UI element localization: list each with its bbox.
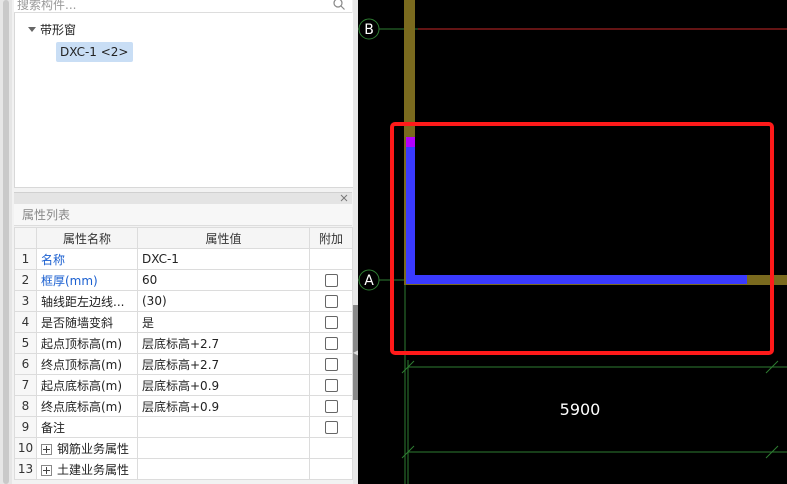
row-extra-cell xyxy=(309,269,353,291)
tree-group-node[interactable]: 带形窗 xyxy=(27,21,76,37)
row-num: 9 xyxy=(14,416,37,438)
table-row[interactable]: 7 起点底标高(m) 层底标高+0.9 xyxy=(14,374,353,396)
attach-checkbox[interactable] xyxy=(324,295,338,308)
table-row[interactable]: 9 备注 xyxy=(14,416,353,438)
row-name: 名称 xyxy=(36,248,138,270)
row-extra-cell xyxy=(309,353,353,375)
header-value: 属性值 xyxy=(137,227,310,249)
panel-divider[interactable] xyxy=(14,192,352,204)
table-row[interactable]: 10 钢筋业务属性 xyxy=(14,437,353,459)
row-group-label: 钢筋业务属性 xyxy=(57,441,130,456)
axis-a-label: A xyxy=(364,273,374,289)
row-value[interactable]: 层底标高+2.7 xyxy=(137,332,310,354)
row-num: 8 xyxy=(14,395,37,417)
window-segment-vertical[interactable] xyxy=(406,140,415,282)
table-row[interactable]: 13 土建业务属性 xyxy=(14,458,353,480)
attach-checkbox[interactable] xyxy=(324,421,338,434)
row-name: 终点顶标高(m) xyxy=(36,353,138,375)
row-extra-cell xyxy=(309,374,353,396)
row-value[interactable]: 层底标高+0.9 xyxy=(137,374,310,396)
row-value[interactable] xyxy=(137,416,310,438)
row-num: 2 xyxy=(14,269,37,291)
axis-b-label: B xyxy=(364,22,374,38)
row-name: 轴线距左边线... xyxy=(36,290,138,312)
row-extra-empty xyxy=(309,248,353,270)
expand-plus-icon[interactable] xyxy=(41,443,52,455)
search-icon[interactable] xyxy=(332,0,346,11)
table-row[interactable]: 1 名称 DXC-1 xyxy=(14,248,353,270)
property-table: 属性名称 属性值 附加 1 名称 DXC-1 2 框厚(mm) 60 3 轴线距… xyxy=(14,227,353,480)
row-value[interactable]: 层底标高+0.9 xyxy=(137,395,310,417)
search-input[interactable] xyxy=(17,0,317,12)
row-name: 框厚(mm) xyxy=(36,269,138,291)
row-extra-cell xyxy=(309,332,353,354)
window-endpoint-marker[interactable] xyxy=(406,137,415,147)
row-name: 起点底标高(m) xyxy=(36,374,138,396)
attach-checkbox[interactable] xyxy=(324,274,338,287)
expand-plus-icon[interactable] xyxy=(41,464,52,476)
row-num: 1 xyxy=(14,248,37,270)
tree-group-label: 带形窗 xyxy=(40,22,77,37)
row-name: 终点底标高(m) xyxy=(36,395,138,417)
row-num: 6 xyxy=(14,353,37,375)
property-list-title: 属性列表 xyxy=(14,204,352,226)
row-extra-empty xyxy=(309,458,353,480)
row-extra-cell xyxy=(309,395,353,417)
dimension-label: 5900 xyxy=(560,400,601,419)
attach-checkbox[interactable] xyxy=(324,337,338,350)
highlight-rectangle xyxy=(390,122,774,355)
row-group-cell[interactable]: 钢筋业务属性 xyxy=(36,437,138,459)
row-num: 10 xyxy=(14,437,37,459)
row-value[interactable]: 层底标高+2.7 xyxy=(137,353,310,375)
table-row[interactable]: 6 终点顶标高(m) 层底标高+2.7 xyxy=(14,353,353,375)
row-num: 5 xyxy=(14,332,37,354)
tree-item-selected[interactable]: DXC-1 <2> xyxy=(56,42,133,62)
row-num: 4 xyxy=(14,311,37,333)
table-row[interactable]: 5 起点顶标高(m) 层底标高+2.7 xyxy=(14,332,353,354)
row-value xyxy=(137,458,310,480)
row-value[interactable]: 60 xyxy=(137,269,310,291)
row-extra-cell xyxy=(309,290,353,312)
property-header-row: 属性名称 属性值 附加 xyxy=(14,227,353,249)
row-name: 是否随墙变斜 xyxy=(36,311,138,333)
row-name: 起点顶标高(m) xyxy=(36,332,138,354)
row-extra-cell xyxy=(309,416,353,438)
table-row[interactable]: 4 是否随墙变斜 是 xyxy=(14,311,353,333)
row-num: 7 xyxy=(14,374,37,396)
row-name: 备注 xyxy=(36,416,138,438)
left-scrollbar[interactable] xyxy=(0,0,12,484)
close-icon[interactable] xyxy=(339,193,349,203)
row-num: 13 xyxy=(14,458,37,480)
header-num xyxy=(14,227,37,249)
search-bar xyxy=(14,0,352,13)
attach-checkbox[interactable] xyxy=(324,400,338,413)
caret-down-icon[interactable] xyxy=(27,24,37,34)
table-row[interactable]: 3 轴线距左边线... (30) xyxy=(14,290,353,312)
row-value[interactable]: 是 xyxy=(137,311,310,333)
row-group-cell[interactable]: 土建业务属性 xyxy=(36,458,138,480)
attach-checkbox[interactable] xyxy=(324,379,338,392)
row-group-label: 土建业务属性 xyxy=(57,462,130,477)
header-name: 属性名称 xyxy=(36,227,138,249)
row-value xyxy=(137,437,310,459)
row-extra-empty xyxy=(309,437,353,459)
left-scrollbar-thumb[interactable] xyxy=(3,0,9,484)
attach-checkbox[interactable] xyxy=(324,358,338,371)
attach-checkbox[interactable] xyxy=(324,316,338,329)
cad-drawing[interactable]: B A 5900 xyxy=(358,0,787,484)
table-row[interactable]: 8 终点底标高(m) 层底标高+0.9 xyxy=(14,395,353,417)
component-tree: 带形窗 DXC-1 <2> xyxy=(14,13,354,188)
row-value[interactable]: DXC-1 xyxy=(137,248,310,270)
row-value[interactable]: (30) xyxy=(137,290,310,312)
row-num: 3 xyxy=(14,290,37,312)
drawing-canvas[interactable]: B A 5900 xyxy=(358,0,787,484)
window-segment-horizontal[interactable] xyxy=(406,275,747,284)
header-extra: 附加 xyxy=(309,227,353,249)
row-extra-cell xyxy=(309,311,353,333)
table-row[interactable]: 2 框厚(mm) 60 xyxy=(14,269,353,291)
